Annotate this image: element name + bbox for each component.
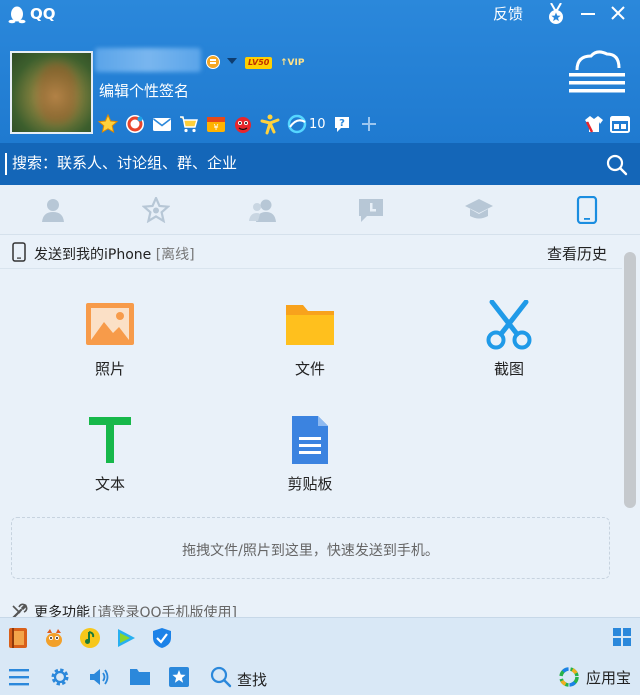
yingyongbao-icon[interactable] xyxy=(558,666,580,688)
contacts-icon xyxy=(42,198,64,222)
wallet-icon[interactable]: ¥ xyxy=(205,113,227,135)
minimize-icon[interactable] xyxy=(578,4,598,22)
online-status-icon[interactable] xyxy=(206,55,220,69)
settings-gear-icon[interactable] xyxy=(49,666,71,688)
svg-text:?: ? xyxy=(339,118,345,129)
clipboard-label: 剪贴板 xyxy=(287,475,333,493)
tencent-weibo-icon[interactable] xyxy=(124,113,146,135)
send-clipboard-button[interactable]: 剪贴板 xyxy=(270,415,350,505)
star-icon xyxy=(142,196,170,223)
photo-icon xyxy=(86,303,134,345)
more-features-label: 更多功能 xyxy=(34,605,90,617)
file-manager-icon[interactable] xyxy=(129,666,151,688)
medal-icon[interactable] xyxy=(546,3,566,25)
send-file-button[interactable]: 文件 xyxy=(270,300,350,390)
qq-penguin-icon xyxy=(8,6,26,24)
device-panel: 发送到我的iPhone [离线] 查看历史 照片 文件 截图 文本 剪贴板 拖拽… xyxy=(0,235,640,617)
main-tabs xyxy=(0,185,640,235)
bottom-app-row xyxy=(0,617,640,657)
nickname-redacted[interactable] xyxy=(95,48,201,72)
mail-icon[interactable] xyxy=(151,113,173,135)
qq-music-icon[interactable] xyxy=(79,627,101,649)
scissors-icon xyxy=(486,300,532,350)
search-bar[interactable]: 搜索：联系人、讨论组、群、企业 xyxy=(0,143,640,185)
tab-groups[interactable] xyxy=(210,185,316,234)
send-text-button[interactable]: 文本 xyxy=(70,415,150,505)
bottom-toolbar: 查找 应用宝 xyxy=(0,657,640,695)
device-name: 发送到我的iPhone xyxy=(34,247,152,263)
qq-reader-icon[interactable] xyxy=(7,627,29,649)
device-status: [离线] xyxy=(155,247,195,263)
panel-scrollbar[interactable] xyxy=(624,252,636,508)
drop-zone[interactable]: 拖拽文件/照片到这里，快速发送到手机。 xyxy=(11,517,610,579)
device-row: 发送到我的iPhone [离线] 查看历史 xyxy=(0,235,622,269)
app-title: QQ xyxy=(30,5,56,23)
groups-icon xyxy=(249,199,276,222)
screenshot-label: 截图 xyxy=(493,360,524,378)
favorites-star-icon[interactable] xyxy=(168,666,190,688)
header: QQ 反馈 LV50 ↑VIP 编辑个性签名 ¥ 10 ? xyxy=(0,0,640,143)
tab-favorites[interactable] xyxy=(103,185,209,234)
find-button[interactable]: 查找 xyxy=(237,669,267,690)
tab-contacts[interactable] xyxy=(0,185,106,234)
weather-cloud-icon[interactable] xyxy=(567,48,627,100)
main-menu-icon[interactable] xyxy=(8,666,30,688)
search-icon[interactable] xyxy=(606,154,628,176)
app-manager-icon[interactable] xyxy=(610,114,630,134)
text-t-icon xyxy=(89,417,131,463)
device-title: 发送到我的iPhone [离线] xyxy=(34,244,195,264)
qq-browser-icon[interactable] xyxy=(286,113,308,135)
plugin-count: 10 xyxy=(309,116,326,132)
drop-zone-text: 拖拽文件/照片到这里，快速发送到手机。 xyxy=(182,543,439,559)
skin-shirt-icon[interactable] xyxy=(584,114,604,134)
more-features-row[interactable]: 更多功能 [请登录QQ手机版使用] xyxy=(10,602,237,617)
more-features-hint: [请登录QQ手机版使用] xyxy=(92,605,237,617)
avatar[interactable] xyxy=(10,51,93,134)
send-photo-button[interactable]: 照片 xyxy=(70,300,150,390)
qq-game-icon[interactable] xyxy=(232,113,254,135)
qq-sports-icon[interactable] xyxy=(259,113,281,135)
tools-icon xyxy=(12,603,28,617)
find-icon[interactable] xyxy=(210,666,232,688)
app-icon-row: ¥ 10 ? xyxy=(97,112,380,136)
search-caret xyxy=(5,153,7,175)
graduation-cap-icon xyxy=(465,198,493,218)
tencent-video-icon[interactable] xyxy=(115,627,137,649)
add-app-icon[interactable] xyxy=(358,113,380,135)
sound-icon[interactable] xyxy=(88,666,110,688)
app-store-button[interactable]: 应用宝 xyxy=(586,667,631,688)
qq-pc-manager-icon[interactable] xyxy=(151,627,173,649)
tab-messages[interactable] xyxy=(318,185,424,234)
tab-education[interactable] xyxy=(426,185,532,234)
vip-badge[interactable]: ↑VIP xyxy=(280,57,304,69)
close-icon[interactable] xyxy=(606,2,630,24)
qq-space-icon[interactable] xyxy=(97,113,119,135)
shopping-cart-icon[interactable] xyxy=(178,113,200,135)
search-input[interactable]: 搜索：联系人、讨论组、群、企业 xyxy=(12,152,237,173)
photo-label: 照片 xyxy=(94,360,125,378)
level-badge[interactable]: LV50 xyxy=(245,57,273,69)
tab-devices[interactable] xyxy=(534,185,640,234)
document-icon xyxy=(292,416,328,464)
signature-edit[interactable]: 编辑个性签名 xyxy=(99,80,189,101)
folder-icon xyxy=(286,305,334,345)
app-grid-icon[interactable] xyxy=(612,627,632,647)
qq-pet-icon[interactable] xyxy=(43,627,65,649)
vip-label: VIP xyxy=(287,58,305,68)
send-screenshot-button[interactable]: 截图 xyxy=(469,300,549,390)
feedback-link[interactable]: 反馈 xyxy=(493,3,523,24)
qq-help-icon[interactable]: ? xyxy=(331,113,353,135)
status-dropdown-icon[interactable] xyxy=(227,58,237,64)
iphone-icon xyxy=(12,242,26,262)
file-label: 文件 xyxy=(294,360,325,378)
app-brand: QQ xyxy=(8,4,56,24)
phone-icon xyxy=(576,195,598,224)
message-icon xyxy=(359,198,383,222)
text-label: 文本 xyxy=(94,475,125,493)
view-history-link[interactable]: 查看历史 xyxy=(547,243,607,264)
svg-text:¥: ¥ xyxy=(213,123,218,132)
